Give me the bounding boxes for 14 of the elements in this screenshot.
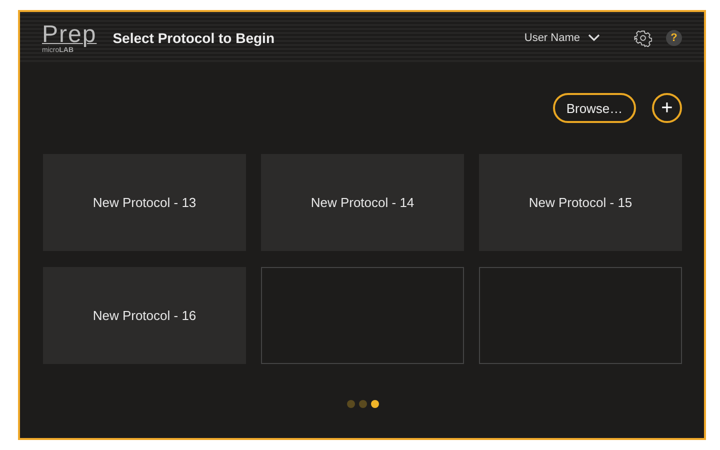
add-button[interactable]: + bbox=[652, 93, 682, 123]
help-button[interactable]: ? bbox=[666, 30, 682, 46]
page-title: Select Protocol to Begin bbox=[112, 30, 275, 46]
settings-icon[interactable] bbox=[634, 29, 652, 47]
protocol-tile[interactable]: New Protocol - 14 bbox=[261, 154, 464, 251]
protocol-tile[interactable]: New Protocol - 15 bbox=[479, 154, 682, 251]
browse-button[interactable]: Browse… bbox=[553, 93, 636, 123]
page-dot[interactable] bbox=[346, 400, 354, 408]
page-dot[interactable] bbox=[358, 400, 366, 408]
chevron-down-icon bbox=[588, 34, 600, 42]
page-dot[interactable] bbox=[370, 400, 378, 408]
user-menu[interactable]: User Name bbox=[524, 32, 600, 44]
protocol-tile[interactable]: New Protocol - 13 bbox=[43, 154, 246, 251]
protocol-tile[interactable]: New Protocol - 16 bbox=[43, 267, 246, 364]
